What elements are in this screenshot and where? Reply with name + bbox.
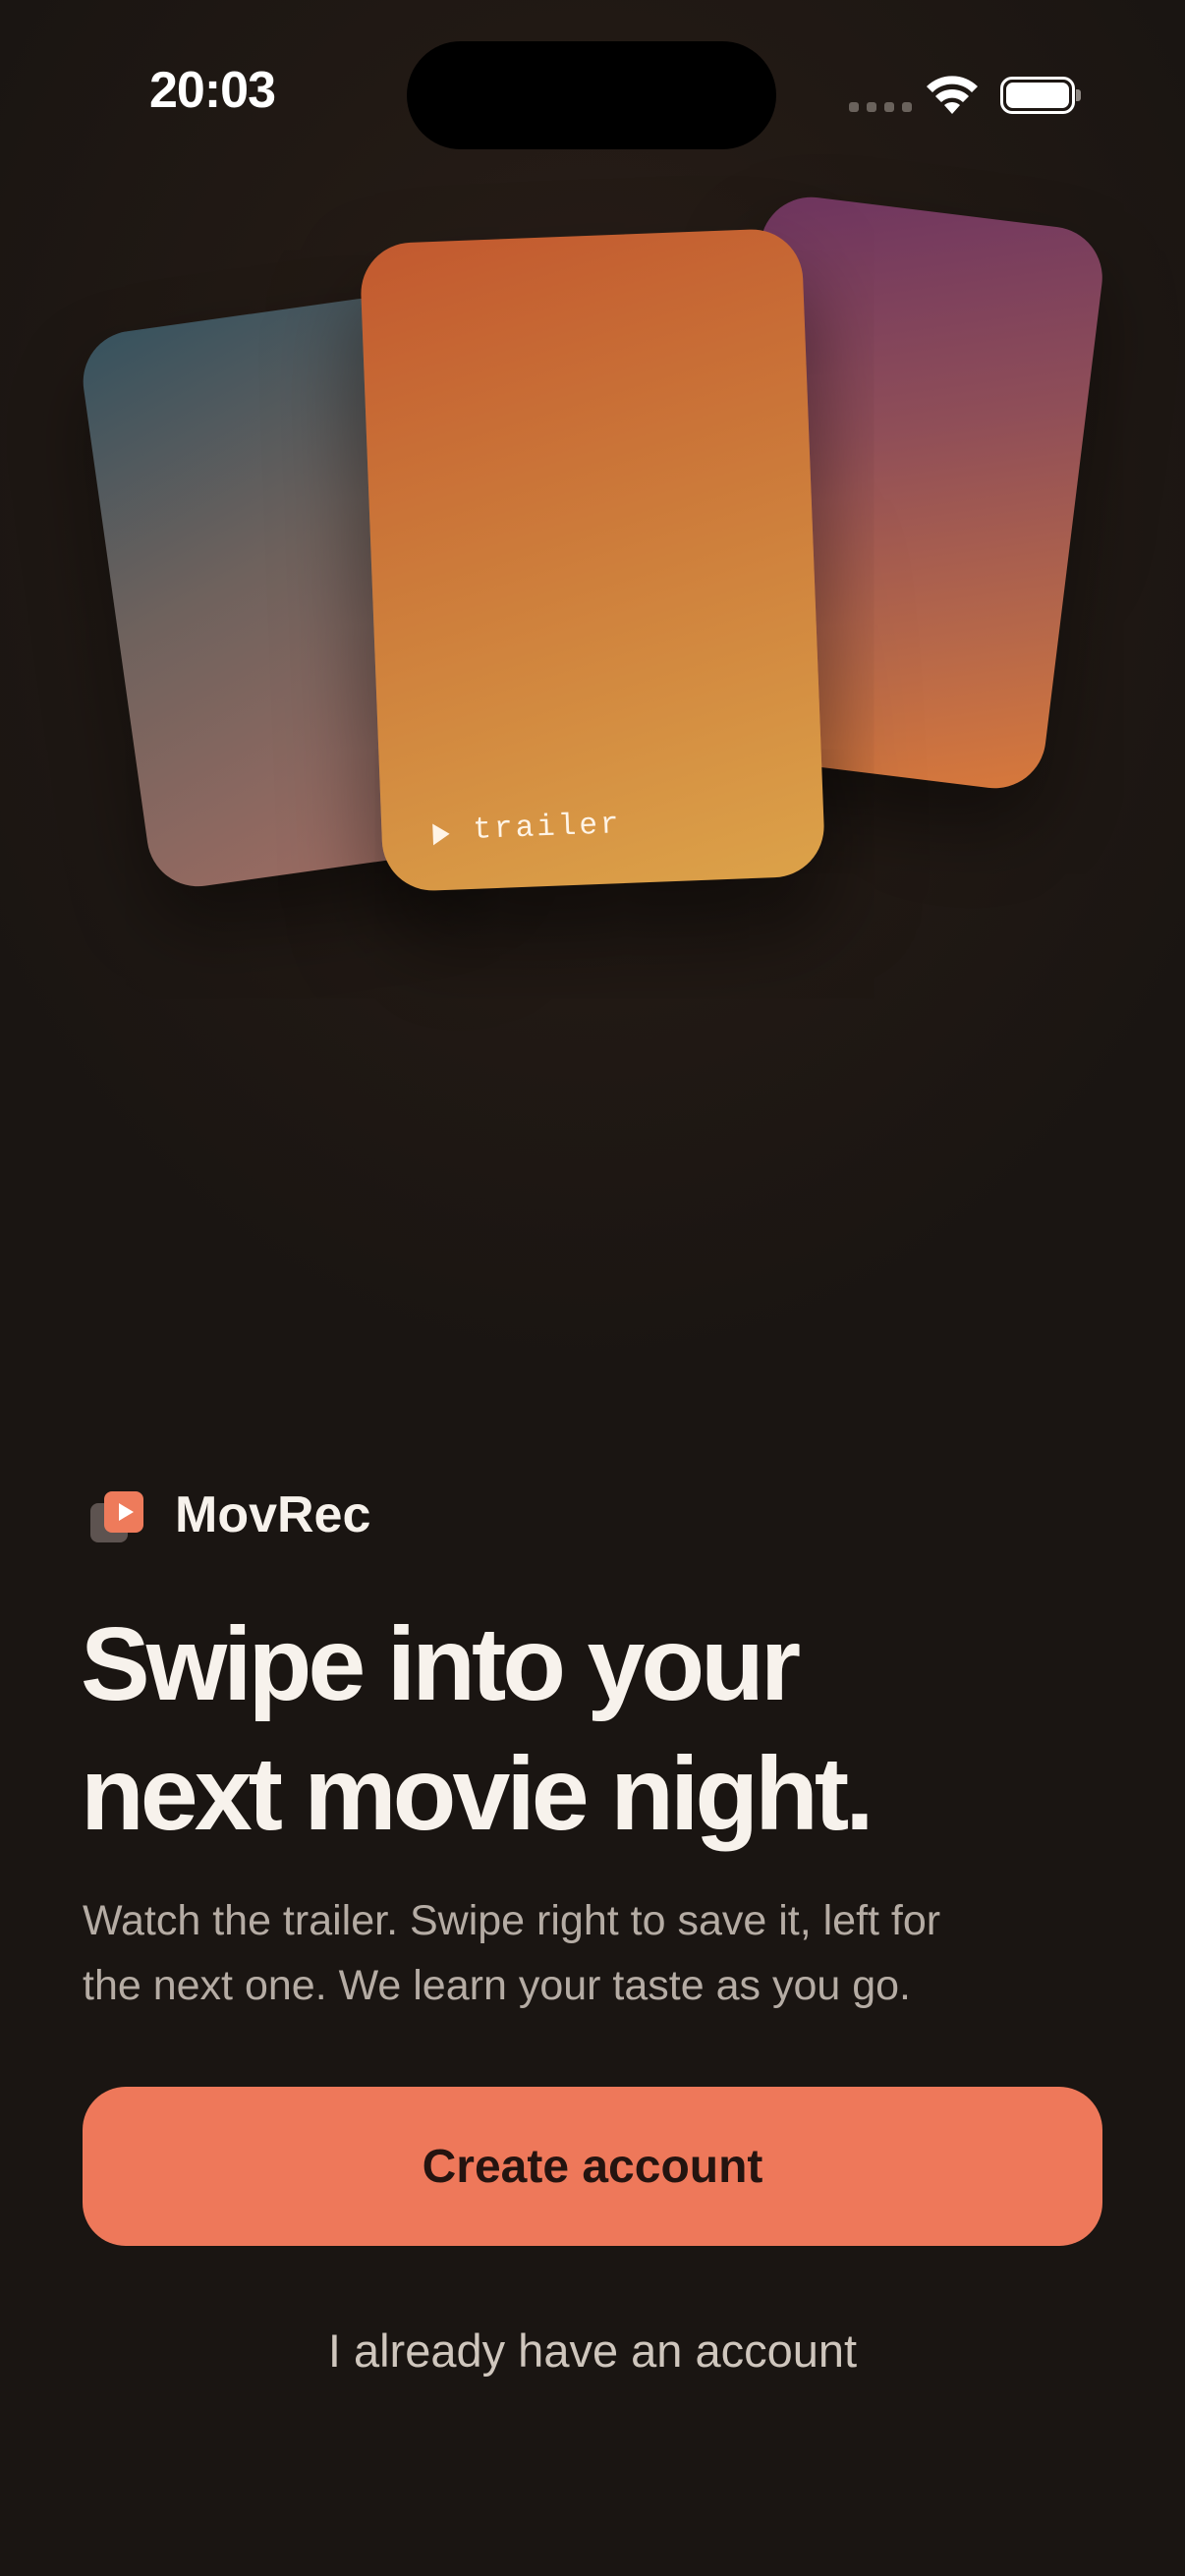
brand: MovRec bbox=[86, 1485, 370, 1544]
subtitle-line-2: the next one. We learn your taste as you… bbox=[83, 1962, 911, 2009]
trailer-label: trailer bbox=[472, 808, 623, 848]
create-account-button[interactable]: Create account bbox=[83, 2087, 1102, 2246]
sign-in-link[interactable]: I already have an account bbox=[83, 2311, 1102, 2389]
onboarding-screen: 20:03 trailer MovRec Swipe into your nex… bbox=[0, 0, 1185, 2576]
subtitle-line-1: Watch the trailer. Swipe right to save i… bbox=[83, 1897, 941, 1944]
movrec-logo-icon bbox=[86, 1485, 147, 1544]
subtitle: Watch the trailer. Swipe right to save i… bbox=[83, 1888, 1104, 2018]
page-title: Swipe into your next movie night. bbox=[81, 1599, 1122, 1859]
brand-name: MovRec bbox=[175, 1486, 371, 1543]
center-poster-card[interactable]: trailer bbox=[359, 227, 826, 893]
battery-icon bbox=[1000, 77, 1081, 114]
cellular-signal-icon bbox=[849, 102, 912, 112]
headline-line-2: next movie night. bbox=[81, 1736, 875, 1852]
status-time: 20:03 bbox=[149, 62, 276, 119]
trailer-button[interactable]: trailer bbox=[432, 808, 622, 849]
wifi-icon bbox=[927, 76, 978, 114]
dynamic-island bbox=[407, 41, 776, 149]
headline-line-1: Swipe into your bbox=[81, 1606, 801, 1722]
play-icon bbox=[432, 822, 450, 845]
